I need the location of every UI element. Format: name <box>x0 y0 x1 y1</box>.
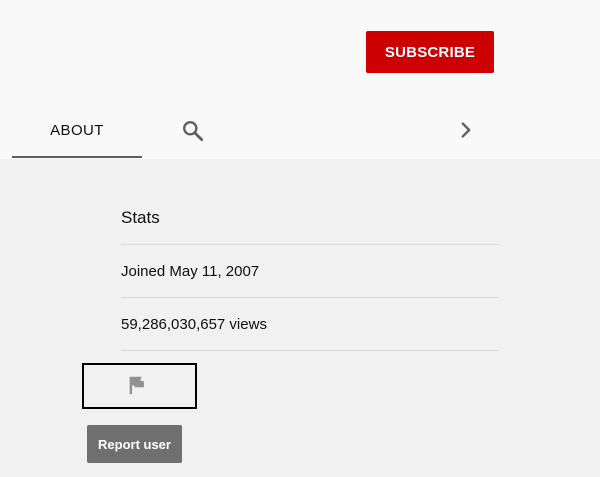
chevron-right-icon <box>461 122 471 138</box>
joined-date: Joined May 11, 2007 <box>121 245 498 298</box>
stats-title: Stats <box>121 191 498 245</box>
flag-icon <box>129 376 144 395</box>
tab-about[interactable]: ABOUT <box>12 104 142 158</box>
flag-button[interactable] <box>82 363 197 409</box>
subscribe-button[interactable]: SUBSCRIBE <box>366 31 494 73</box>
channel-search-button[interactable] <box>180 118 206 144</box>
channel-header: SUBSCRIBE ABOUT <box>0 0 600 159</box>
report-user-button[interactable]: Report user <box>87 425 182 463</box>
tab-active-indicator <box>12 156 142 158</box>
stats-section: Stats Joined May 11, 2007 59,286,030,657… <box>121 191 498 351</box>
search-icon <box>183 121 204 142</box>
tabs-next-button[interactable] <box>455 119 477 141</box>
tab-about-label: ABOUT <box>50 121 104 139</box>
view-count: 59,286,030,657 views <box>121 298 498 351</box>
